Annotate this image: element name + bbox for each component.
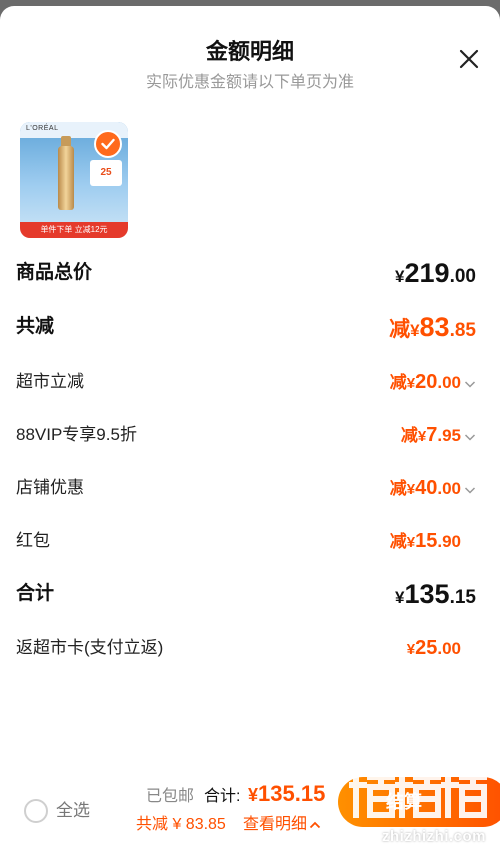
close-icon[interactable] bbox=[458, 48, 480, 70]
radio-icon[interactable] bbox=[24, 799, 48, 823]
amount-row[interactable]: 超市立减 减¥20.00 bbox=[16, 367, 476, 397]
saving-text: 共减 ¥ 83.85 bbox=[136, 816, 226, 833]
amount-row-value: ¥219.00 bbox=[395, 258, 476, 288]
amount-row-label: 红包 bbox=[16, 531, 50, 550]
sheet-title: 金额明细 bbox=[205, 39, 294, 64]
amount-row-value: ¥25.00 bbox=[406, 637, 461, 659]
amount-detail-sheet: 金额明细 实际优惠金额请以下单页为准 L'ORÉAL 25 单件下单 立减12元… bbox=[0, 6, 500, 851]
amount-row-label: 商品总价 bbox=[16, 262, 93, 283]
chevron-down-icon[interactable] bbox=[464, 485, 476, 495]
amount-row: 合计 ¥135.15 bbox=[16, 579, 476, 609]
amount-row-label: 共减 bbox=[16, 316, 55, 337]
amount-row: 返超市卡(支付立返) ¥25.00 bbox=[16, 633, 476, 663]
amount-row-label: 88VIP专享9.5折 bbox=[16, 425, 137, 444]
shipping-status: 已包邮 bbox=[146, 788, 195, 805]
amount-row-value: ¥135.15 bbox=[395, 579, 476, 609]
amount-row[interactable]: 店铺优惠 减¥40.00 bbox=[16, 473, 476, 503]
select-all-label[interactable]: 全选 bbox=[56, 799, 90, 823]
check-icon[interactable] bbox=[94, 130, 122, 158]
amount-row-value: 减¥15.90 bbox=[389, 530, 461, 552]
amount-row-label: 超市立减 bbox=[16, 372, 84, 391]
amount-row-value: 减¥83.85 bbox=[389, 312, 476, 342]
amount-row-value: 减¥20.00 bbox=[390, 367, 476, 399]
product-promo-bar: 单件下单 立减12元 bbox=[20, 222, 128, 238]
view-detail-link[interactable]: 查看明细 bbox=[243, 813, 321, 837]
watermark: zhizhizhi.com bbox=[340, 769, 490, 845]
amount-row[interactable]: 88VIP专享9.5折 减¥7.95 bbox=[16, 420, 476, 450]
amount-row: 共减 减¥83.85 bbox=[16, 312, 476, 342]
watermark-logo bbox=[349, 770, 487, 818]
amount-row-label: 店铺优惠 bbox=[16, 478, 84, 497]
sheet-subtitle: 实际优惠金额请以下单页为准 bbox=[145, 74, 354, 91]
product-thumbnail[interactable]: L'ORÉAL 25 单件下单 立减12元 bbox=[20, 122, 128, 238]
amount-row-label: 返超市卡(支付立返) bbox=[16, 638, 164, 657]
amount-row-value: 减¥7.95 bbox=[401, 420, 476, 452]
chevron-up-icon bbox=[309, 821, 321, 828]
watermark-site: zhizhizhi.com bbox=[382, 828, 486, 845]
amount-row: 红包 减¥15.90 bbox=[16, 526, 476, 556]
amount-row-label: 合计 bbox=[16, 583, 55, 604]
product-brand-logo: L'ORÉAL bbox=[26, 125, 59, 132]
total-label: 合计: bbox=[204, 788, 241, 805]
amount-row: 商品总价 ¥219.00 bbox=[16, 258, 476, 288]
chevron-down-icon[interactable] bbox=[464, 379, 476, 389]
amount-row-value: 减¥40.00 bbox=[390, 473, 476, 505]
product-promo-badge: 25 bbox=[90, 160, 122, 186]
product-bottle-image bbox=[58, 146, 74, 210]
footer-bar: 全选 已包邮 合计: ¥135.15 共减 ¥ 83.85 查看明细 结算 zh… bbox=[0, 761, 500, 851]
total-value: ¥135.15 bbox=[248, 781, 326, 806]
chevron-down-icon[interactable] bbox=[464, 432, 476, 442]
